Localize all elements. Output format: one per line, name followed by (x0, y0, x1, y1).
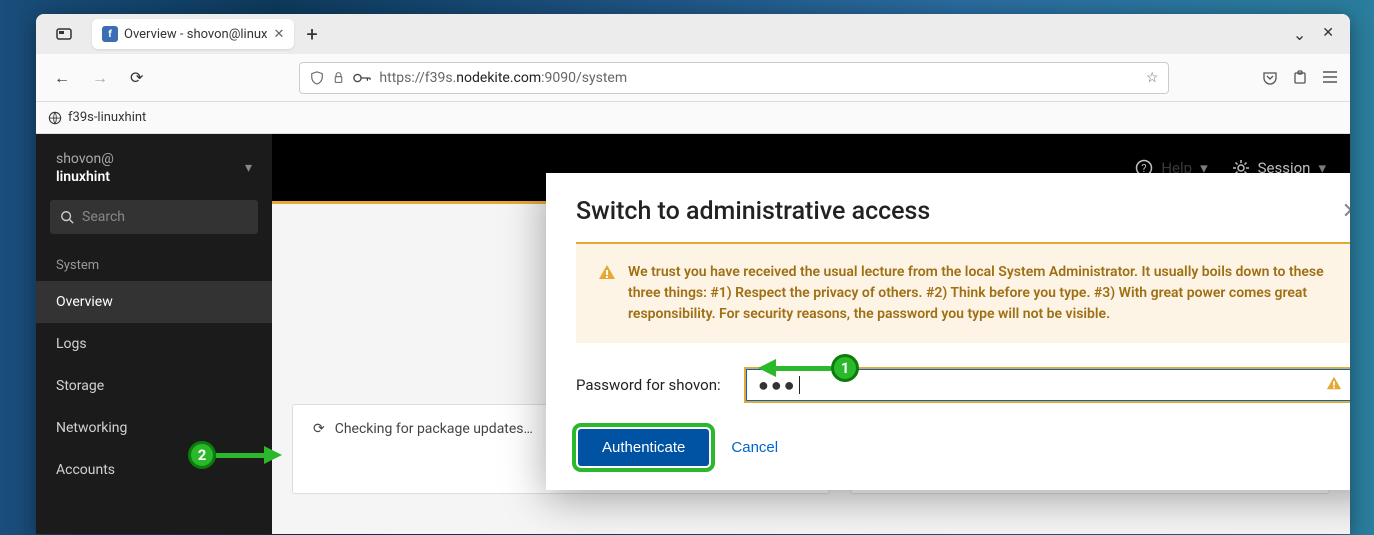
search-input[interactable]: Search (50, 200, 258, 234)
menu-icon[interactable] (1322, 70, 1338, 84)
new-tab-button[interactable]: + (306, 22, 317, 46)
cancel-button[interactable]: Cancel (731, 439, 778, 456)
bookmark-star-icon[interactable]: ☆ (1146, 70, 1159, 86)
bookmark-item[interactable]: f39s-linuxhint (68, 110, 146, 125)
warning-box: We trust you have received the usual lec… (576, 242, 1350, 343)
tab-title: Overview - shovon@linux (124, 27, 268, 42)
authenticate-button[interactable]: Authenticate (578, 429, 709, 466)
nav-item-storage[interactable]: Storage (36, 365, 272, 407)
auth-modal: Switch to administrative access ✕ We tru… (546, 173, 1350, 490)
nav-item-overview[interactable]: Overview (36, 281, 272, 323)
reload-button[interactable]: ⟳ (124, 64, 149, 91)
favicon-icon: f (102, 26, 118, 42)
nav-item-accounts[interactable]: Accounts (36, 449, 272, 491)
tabs-dropdown-icon[interactable]: ⌄ (1293, 25, 1306, 44)
recent-tabs-icon[interactable] (52, 22, 76, 46)
user-at: shovon@ (56, 150, 114, 168)
warning-icon (598, 263, 616, 325)
caret-down-icon: ▾ (245, 160, 252, 176)
pocket-icon[interactable] (1262, 70, 1278, 86)
forward-button: → (86, 64, 114, 92)
modal-close-icon[interactable]: ✕ (1342, 199, 1350, 224)
nav-item-logs[interactable]: Logs (36, 323, 272, 365)
user-host: linuxhint (56, 169, 110, 185)
url-input[interactable]: https://f39s.nodekite.com:9090/system ☆ (299, 62, 1169, 94)
app-root: shovon@ linuxhint ▾ Search System Overvi… (36, 134, 1350, 534)
sidebar: shovon@ linuxhint ▾ Search System Overvi… (36, 134, 272, 534)
globe-icon (48, 111, 62, 125)
main-area: ? Help ▾ Session ▾ ⟳ Checking for packag… (272, 134, 1350, 534)
url-text: https://f39s.nodekite.com:9090/system (379, 70, 1137, 86)
health-text: Checking for package updates… (335, 421, 533, 437)
password-input[interactable]: ●●● (744, 367, 1350, 403)
nav-item-networking[interactable]: Networking (36, 407, 272, 449)
search-icon (60, 210, 74, 224)
password-label: Password for shovon: (576, 376, 726, 394)
bookmarks-bar: f39s-linuxhint (36, 102, 1350, 134)
user-switcher[interactable]: shovon@ linuxhint ▾ (36, 134, 272, 194)
urlbar: ← → ⟳ https://f39s.nodekite.com:9090/sys… (36, 54, 1350, 102)
field-warning-icon (1326, 375, 1342, 396)
lock-icon (332, 71, 345, 84)
browser-window: f Overview - shovon@linux ✕ + ⌄ ✕ ← → ⟳ … (36, 14, 1350, 534)
titlebar: f Overview - shovon@linux ✕ + ⌄ ✕ (36, 14, 1350, 54)
modal-title: Switch to administrative access (576, 197, 1350, 226)
password-value: ●●● (758, 375, 797, 396)
tab-close-icon[interactable]: ✕ (274, 27, 285, 42)
search-placeholder: Search (82, 209, 125, 225)
spinner-icon: ⟳ (313, 421, 325, 437)
shield-icon (310, 71, 324, 85)
back-button[interactable]: ← (48, 64, 76, 92)
window-close-icon[interactable]: ✕ (1322, 25, 1334, 44)
nav-section: System (36, 250, 272, 281)
key-icon (353, 72, 371, 84)
extensions-icon[interactable] (1292, 70, 1308, 86)
warning-text: We trust you have received the usual lec… (628, 262, 1332, 325)
browser-tab[interactable]: f Overview - shovon@linux ✕ (92, 19, 294, 49)
